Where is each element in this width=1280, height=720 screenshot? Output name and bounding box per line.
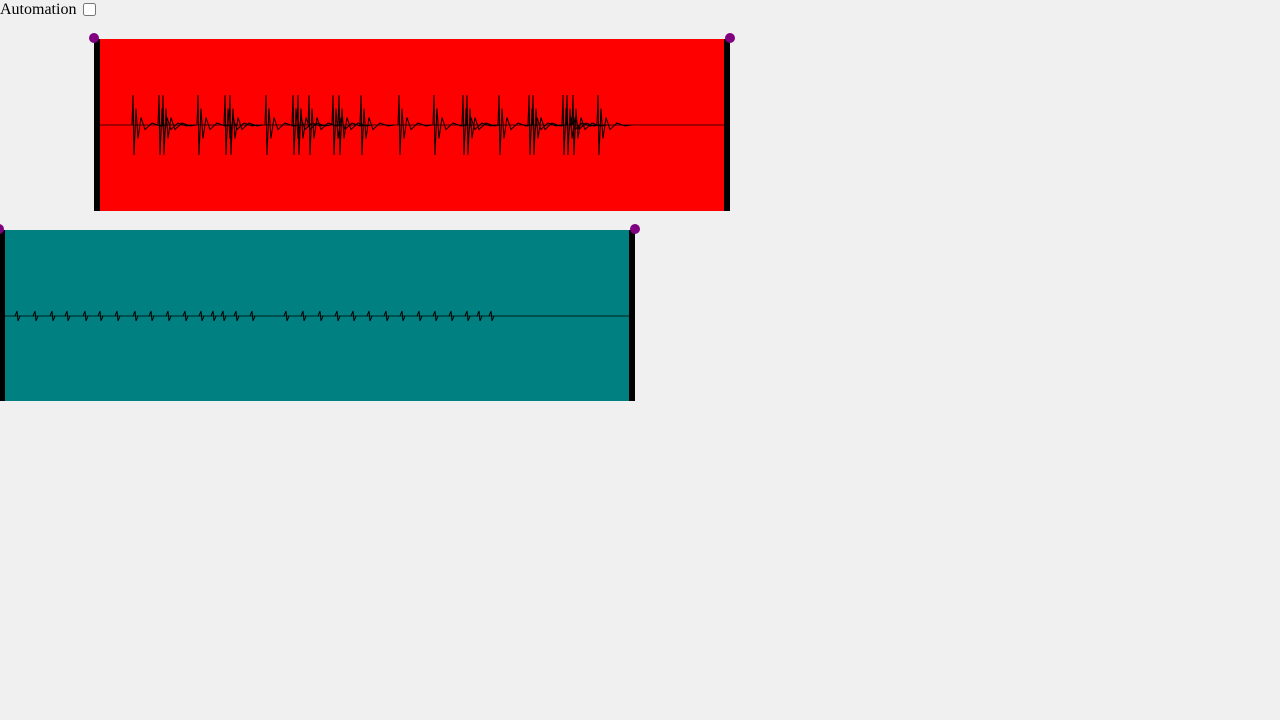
automation-label: Automation	[0, 1, 77, 18]
clip-start-handle[interactable]	[0, 224, 4, 234]
waveform-1	[100, 94, 724, 156]
clip-end-handle[interactable]	[630, 224, 640, 234]
clip-start-handle[interactable]	[89, 33, 99, 43]
automation-checkbox[interactable]	[83, 2, 97, 16]
toolbar: Automation	[0, 0, 97, 20]
audio-clip-red[interactable]	[89, 33, 735, 211]
waveform-2	[5, 310, 629, 322]
audio-clip-teal[interactable]	[0, 224, 640, 401]
clip-end-handle[interactable]	[725, 33, 735, 43]
